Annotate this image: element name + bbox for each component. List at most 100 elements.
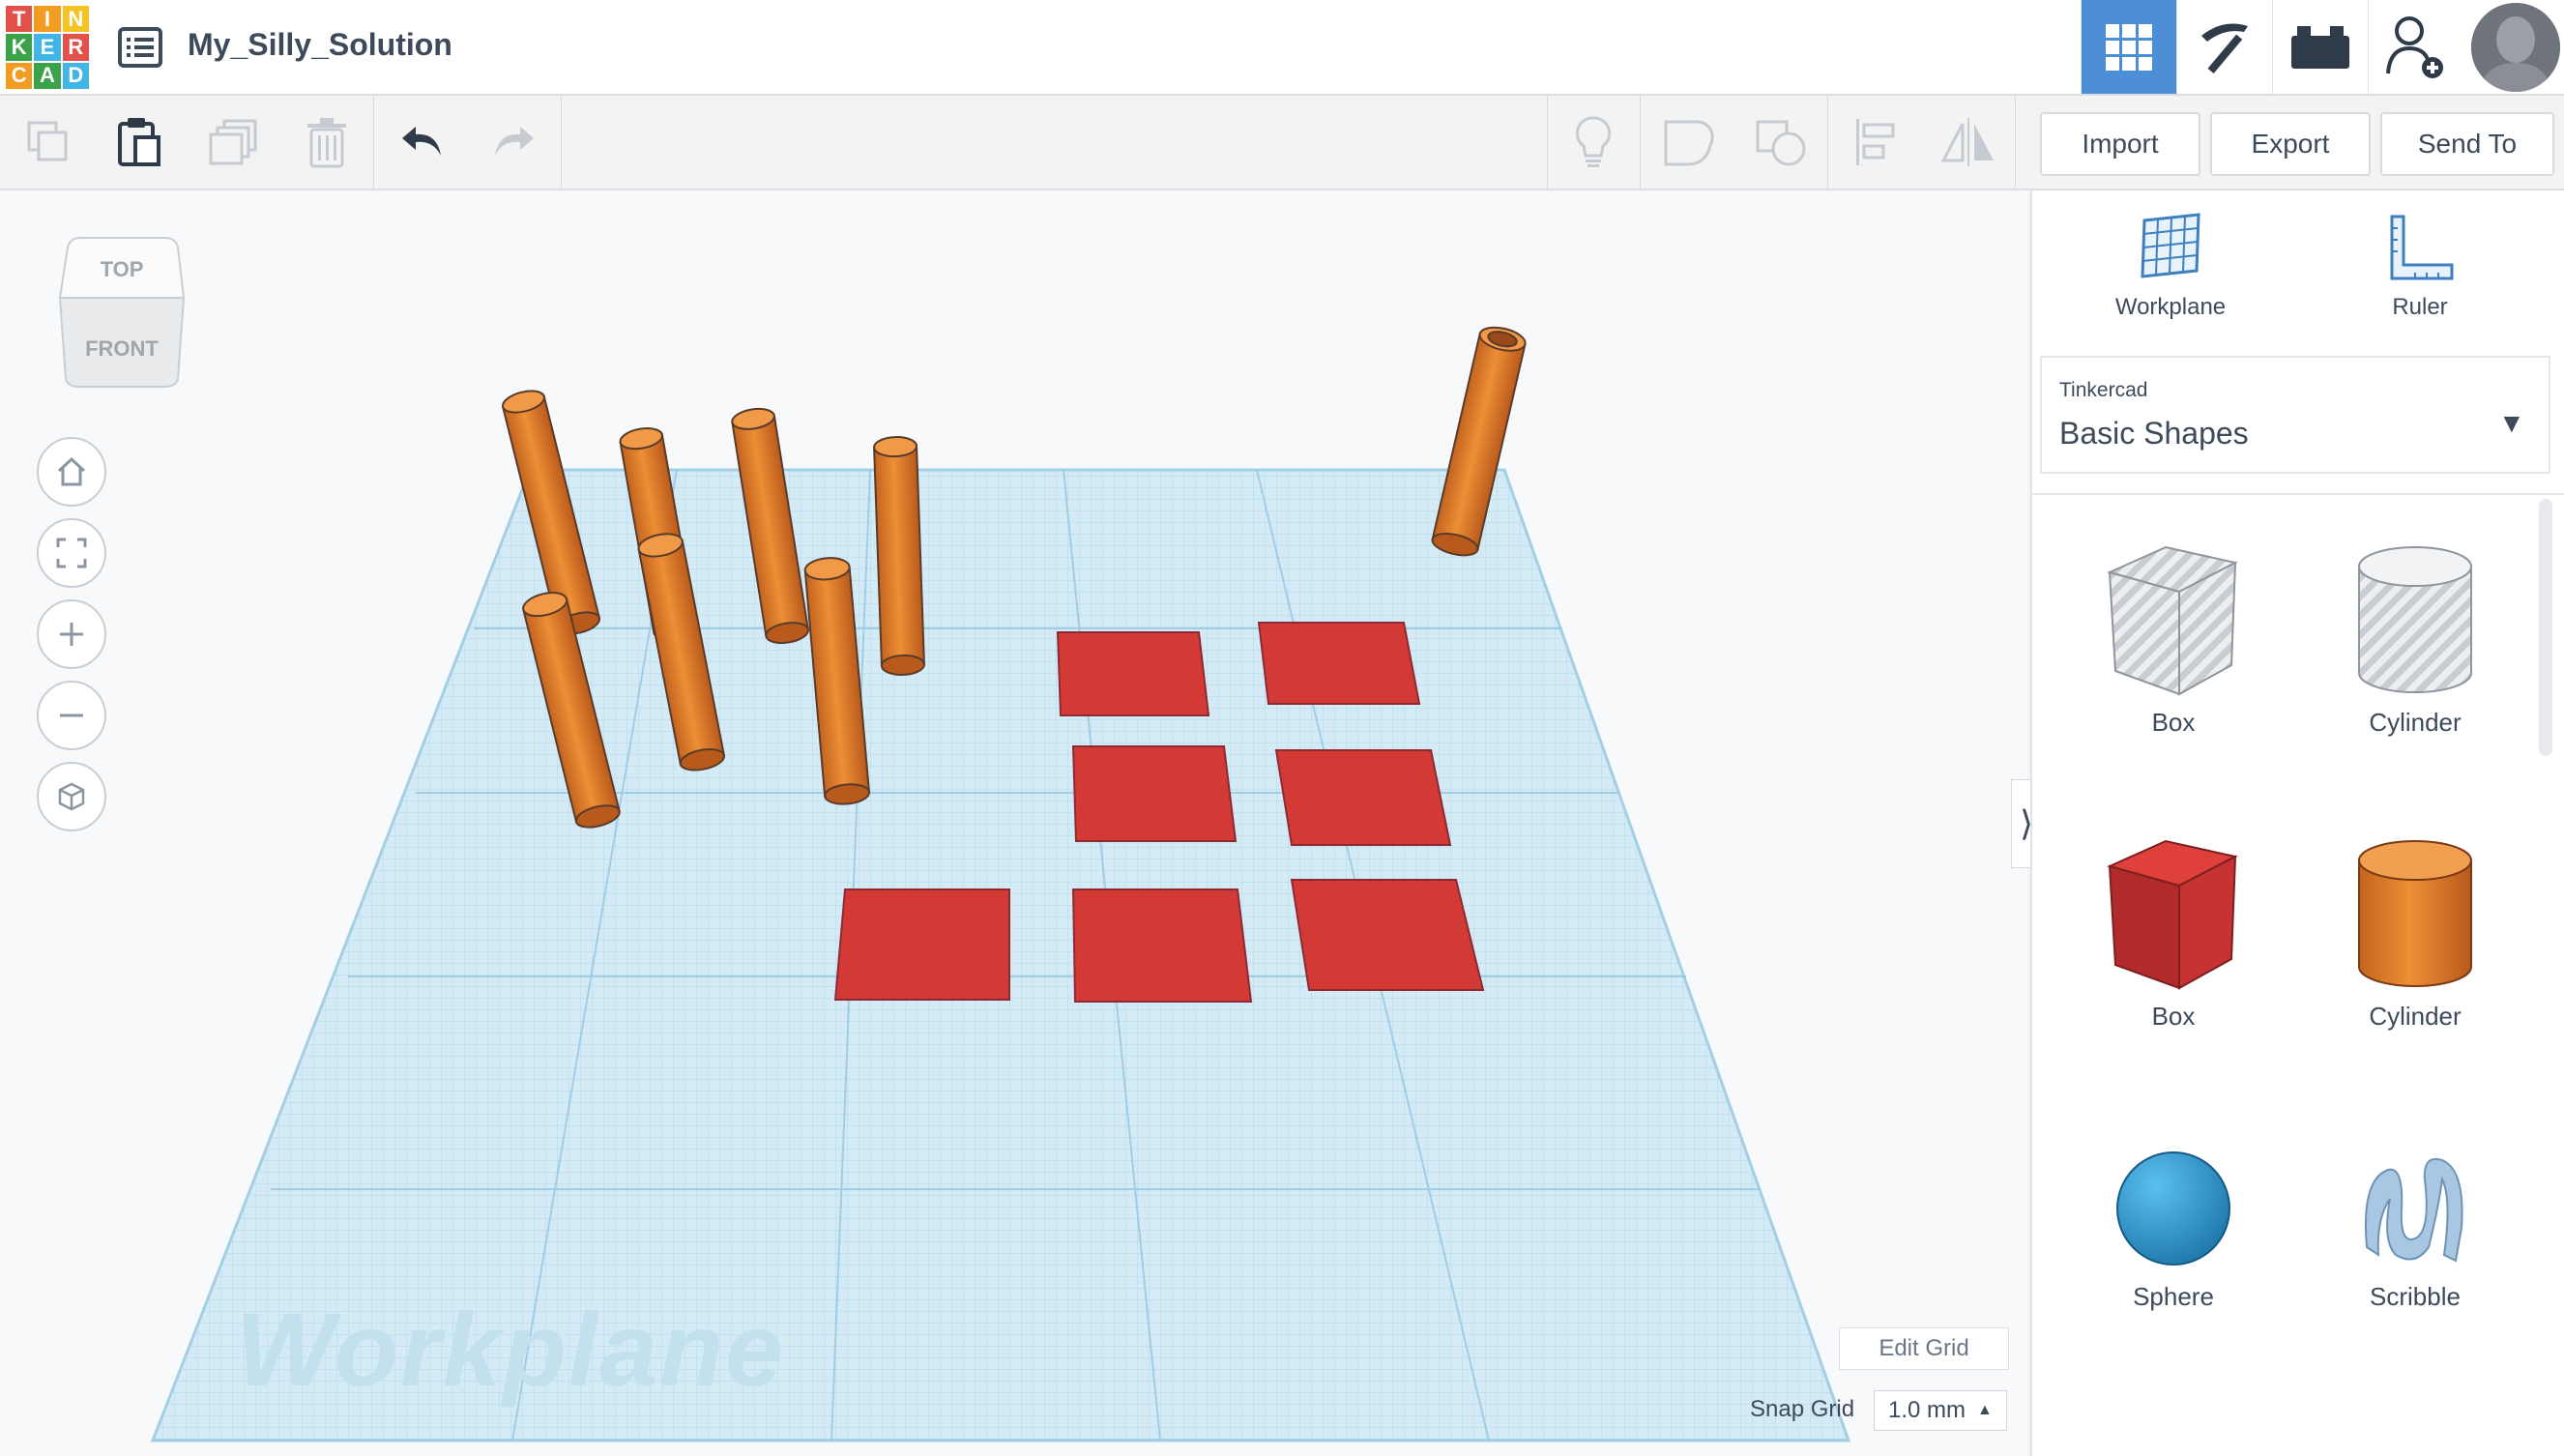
snap-grid-select[interactable]: 1.0 mm ▲ bbox=[1874, 1390, 2007, 1431]
workplane-tool-label: Workplane bbox=[2114, 294, 2227, 320]
scribble-icon bbox=[2364, 1158, 2463, 1263]
box-icon bbox=[2107, 839, 2238, 990]
brick-icon bbox=[2291, 25, 2349, 69]
logo-letter: R bbox=[62, 34, 89, 61]
shape-label: Box bbox=[2151, 708, 2196, 737]
add-user-button[interactable] bbox=[2368, 0, 2463, 94]
copy-icon bbox=[27, 121, 68, 161]
fit-icon bbox=[56, 538, 87, 568]
view-cube[interactable]: TOP FRONT bbox=[58, 236, 186, 389]
view-cube-front-label[interactable]: FRONT bbox=[58, 336, 186, 362]
logo-letter: A bbox=[34, 62, 61, 89]
copy-button[interactable] bbox=[2, 96, 95, 189]
zoom-out-button[interactable] bbox=[37, 681, 106, 750]
toolbar-divider bbox=[2015, 96, 2016, 189]
notes-button[interactable] bbox=[1547, 96, 1640, 189]
shape-label: Sphere bbox=[2133, 1282, 2214, 1311]
ruler-tool[interactable]: Ruler bbox=[2338, 213, 2502, 338]
group-button[interactable] bbox=[1642, 96, 1734, 189]
align-button[interactable] bbox=[1829, 96, 1922, 189]
logo-letter: N bbox=[62, 6, 89, 33]
duplicate-button[interactable] bbox=[188, 96, 280, 189]
logo-letter: D bbox=[62, 62, 89, 89]
paste-button[interactable] bbox=[93, 96, 186, 189]
shape-box[interactable]: Box bbox=[2077, 831, 2270, 1073]
import-button[interactable]: Import bbox=[2040, 112, 2200, 176]
workplane-canvas[interactable]: Workplane bbox=[0, 190, 2028, 1456]
shape-label: Box bbox=[2151, 1002, 2196, 1031]
shape-scribble[interactable]: Scribble bbox=[2318, 1141, 2512, 1383]
sphere-icon bbox=[2116, 1151, 2230, 1266]
plus-icon bbox=[60, 623, 83, 646]
paste-icon bbox=[118, 118, 160, 166]
undo-button[interactable] bbox=[375, 96, 468, 189]
pickaxe-icon bbox=[2201, 23, 2248, 73]
logo-letter: K bbox=[6, 34, 33, 61]
logo-letter: I bbox=[34, 6, 61, 33]
snap-grid-value: 1.0 mm bbox=[1888, 1397, 1967, 1423]
toolbar-divider bbox=[561, 96, 562, 189]
home-view-button[interactable] bbox=[37, 437, 106, 507]
toolbar-divider bbox=[1640, 96, 1641, 189]
fit-view-button[interactable] bbox=[37, 518, 106, 588]
shape-sphere[interactable]: Sphere bbox=[2077, 1141, 2270, 1383]
light-bulb-icon bbox=[1575, 116, 1612, 167]
cylinder-icon bbox=[2358, 840, 2472, 987]
mirror-button[interactable] bbox=[1922, 96, 2015, 189]
add-user-icon bbox=[2386, 15, 2443, 78]
send-to-button[interactable]: Send To bbox=[2380, 112, 2554, 176]
design-title[interactable]: My_Silly_Solution bbox=[188, 27, 452, 63]
edit-grid-button[interactable]: Edit Grid bbox=[1839, 1327, 2009, 1370]
shape-library-select[interactable] bbox=[2040, 356, 2550, 474]
mirror-icon bbox=[1940, 118, 1994, 166]
shape-cylinder-hole[interactable]: Cylinder bbox=[2318, 538, 2512, 779]
snap-grid-label: Snap Grid bbox=[1750, 1396, 1855, 1422]
group-icon bbox=[1664, 120, 1714, 166]
panel-scrollbar[interactable] bbox=[2539, 499, 2552, 756]
user-avatar[interactable] bbox=[2471, 3, 2560, 92]
logo-letter: C bbox=[6, 62, 33, 89]
cube-icon bbox=[58, 782, 85, 811]
build-button[interactable] bbox=[2176, 0, 2272, 94]
design-list-icon[interactable] bbox=[116, 23, 164, 72]
perspective-button[interactable] bbox=[37, 762, 106, 831]
box-hole-icon bbox=[2107, 545, 2238, 696]
ungroup-icon bbox=[1756, 120, 1806, 166]
grid-view-button[interactable] bbox=[2081, 0, 2176, 94]
redo-button[interactable] bbox=[468, 96, 561, 189]
ungroup-button[interactable] bbox=[1734, 96, 1827, 189]
delete-button[interactable] bbox=[280, 96, 373, 189]
view-cube-top-label[interactable]: TOP bbox=[58, 257, 186, 282]
ruler-icon bbox=[2390, 215, 2454, 280]
minus-icon bbox=[60, 713, 83, 717]
shape-label: Cylinder bbox=[2369, 1002, 2462, 1031]
caret-down-icon[interactable]: ▼ bbox=[2498, 408, 2525, 439]
tinkercad-logo[interactable]: T I N K E R C A D bbox=[6, 6, 89, 89]
toolbar-divider bbox=[1827, 96, 1828, 189]
logo-letter: E bbox=[34, 34, 61, 61]
zoom-in-button[interactable] bbox=[37, 599, 106, 669]
home-icon bbox=[57, 456, 86, 486]
caret-up-icon: ▲ bbox=[1977, 1402, 1993, 1418]
workplane-icon bbox=[2141, 213, 2200, 278]
logo-letter: T bbox=[6, 6, 33, 33]
library-name: Basic Shapes bbox=[2059, 416, 2249, 451]
bricks-button[interactable] bbox=[2272, 0, 2368, 94]
ruler-tool-label: Ruler bbox=[2392, 294, 2448, 320]
undo-icon bbox=[402, 127, 441, 156]
shape-label: Cylinder bbox=[2369, 708, 2462, 737]
toolbar-divider bbox=[373, 96, 374, 189]
trash-icon bbox=[307, 118, 346, 168]
grid-icon bbox=[2106, 23, 2152, 71]
shape-box-hole[interactable]: Box bbox=[2077, 538, 2270, 779]
library-source: Tinkercad bbox=[2059, 379, 2148, 401]
panel-divider bbox=[2030, 493, 2564, 495]
align-icon bbox=[1856, 119, 1895, 165]
cylinder-hole-icon bbox=[2358, 546, 2472, 693]
workplane-tool[interactable]: Workplane bbox=[2088, 213, 2253, 338]
export-button[interactable]: Export bbox=[2210, 112, 2371, 176]
duplicate-icon bbox=[209, 119, 257, 165]
shape-cylinder[interactable]: Cylinder bbox=[2318, 831, 2512, 1073]
shape-label: Scribble bbox=[2370, 1282, 2461, 1311]
workplane-watermark: Workplane bbox=[236, 1291, 786, 1408]
